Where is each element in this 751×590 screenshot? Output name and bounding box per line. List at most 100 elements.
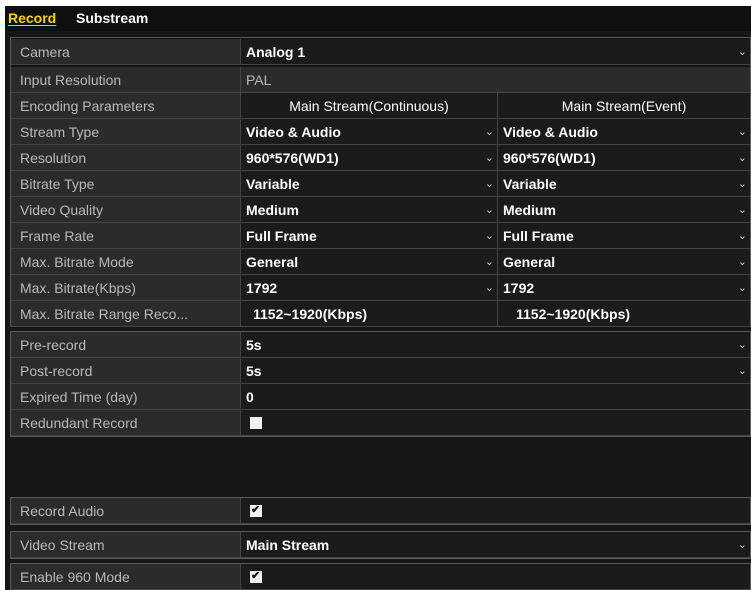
video-stream-group: Video Stream Main Stream ⌄: [10, 531, 751, 559]
tab-record[interactable]: Record: [8, 9, 56, 27]
tab-substream[interactable]: Substream: [76, 9, 148, 27]
enable-960-mode-cell: [240, 564, 750, 590]
video-quality-main-value: Medium: [246, 202, 299, 218]
chevron-down-icon: ⌄: [484, 282, 494, 294]
stream-type-event-select[interactable]: Video & Audio ⌄: [497, 119, 750, 145]
video-quality-event-select[interactable]: Medium ⌄: [497, 197, 750, 223]
bitrate-type-event-value: Variable: [503, 176, 557, 192]
max-bitrate-row: Max. Bitrate(Kbps) 1792 ⌄ 1792 ⌄: [11, 275, 750, 301]
pre-record-value: 5s: [246, 337, 262, 353]
resolution-event-value: 960*576(WD1): [503, 150, 596, 166]
video-stream-value: Main Stream: [246, 537, 330, 553]
redundant-record-row: Redundant Record: [11, 410, 750, 436]
frame-rate-event-select[interactable]: Full Frame ⌄: [497, 223, 750, 249]
video-stream-row: Video Stream Main Stream ⌄: [11, 532, 750, 558]
video-stream-select[interactable]: Main Stream ⌄: [240, 532, 750, 558]
bitrate-type-main-value: Variable: [246, 176, 300, 192]
record-audio-cell: [240, 498, 750, 524]
input-resolution-label: Input Resolution: [11, 67, 240, 93]
max-bitrate-label: Max. Bitrate(Kbps): [11, 275, 240, 301]
max-bitrate-mode-label: Max. Bitrate Mode: [11, 249, 240, 275]
chevron-down-icon: ⌄: [484, 204, 494, 216]
chevron-down-icon: ⌄: [737, 539, 747, 551]
max-bitrate-main-value: 1792: [246, 280, 278, 296]
enable-960-mode-checkbox[interactable]: [250, 567, 262, 585]
post-record-row: Post-record 5s ⌄: [11, 358, 750, 384]
record-audio-row: Record Audio: [11, 498, 750, 524]
redundant-record-checkbox[interactable]: [250, 417, 262, 429]
max-bitrate-event-value: 1792: [503, 280, 535, 296]
video-stream-label: Video Stream: [11, 532, 240, 558]
chevron-down-icon: ⌄: [737, 204, 747, 216]
input-resolution-value: PAL: [240, 67, 750, 93]
chevron-down-icon: ⌄: [737, 339, 747, 351]
record-audio-label: Record Audio: [11, 498, 240, 524]
video-quality-row: Video Quality Medium ⌄ Medium ⌄: [11, 197, 750, 223]
frame-rate-main-value: Full Frame: [246, 228, 317, 244]
chevron-down-icon: ⌄: [737, 282, 747, 294]
record-settings-window: Record Substream Camera Analog 1 ⌄ Input…: [0, 0, 751, 590]
enable-960-mode-group: Enable 960 Mode: [10, 563, 751, 590]
max-bitrate-mode-event-select[interactable]: General ⌄: [497, 249, 750, 275]
expired-time-row: Expired Time (day) 0: [11, 384, 750, 410]
max-bitrate-mode-main-select[interactable]: General ⌄: [240, 249, 497, 275]
camera-select[interactable]: Analog 1 ⌄: [240, 39, 750, 65]
frame-rate-label: Frame Rate: [11, 223, 240, 249]
max-bitrate-main-select[interactable]: 1792 ⌄: [240, 275, 497, 301]
chevron-down-icon: ⌄: [484, 230, 494, 242]
redundant-record-cell: [240, 410, 750, 436]
camera-value: Analog 1: [246, 44, 306, 60]
main-stream-continuous-header: Main Stream(Continuous): [240, 93, 497, 119]
max-bitrate-mode-row: Max. Bitrate Mode General ⌄ General ⌄: [11, 249, 750, 275]
enable-960-mode-label: Enable 960 Mode: [11, 564, 240, 590]
bitrate-type-row: Bitrate Type Variable ⌄ Variable ⌄: [11, 171, 750, 197]
video-quality-event-value: Medium: [503, 202, 556, 218]
max-bitrate-event-select[interactable]: 1792 ⌄: [497, 275, 750, 301]
video-quality-label: Video Quality: [11, 197, 240, 223]
record-timing-group: Pre-record 5s ⌄ Post-record 5s ⌄ Expired…: [10, 331, 751, 437]
expired-time-input[interactable]: 0: [240, 384, 750, 410]
resolution-row: Resolution 960*576(WD1) ⌄ 960*576(WD1) ⌄: [11, 145, 750, 171]
chevron-down-icon: ⌄: [484, 152, 494, 164]
resolution-main-select[interactable]: 960*576(WD1) ⌄: [240, 145, 497, 171]
max-bitrate-range-main-value: 1152~1920(Kbps): [240, 301, 497, 327]
frame-rate-event-value: Full Frame: [503, 228, 574, 244]
stream-type-main-select[interactable]: Video & Audio ⌄: [240, 119, 497, 145]
expired-time-label: Expired Time (day): [11, 384, 240, 410]
chevron-down-icon: ⌄: [484, 178, 494, 190]
chevron-down-icon: ⌄: [737, 178, 747, 190]
redundant-record-label: Redundant Record: [11, 410, 240, 436]
enable-960-mode-row: Enable 960 Mode: [11, 564, 750, 590]
stream-type-label: Stream Type: [11, 119, 240, 145]
max-bitrate-range-event-value: 1152~1920(Kbps): [497, 301, 750, 327]
record-audio-checkbox[interactable]: [250, 501, 262, 519]
encoding-parameters-row: Encoding Parameters Main Stream(Continuo…: [11, 93, 750, 119]
bitrate-type-event-select[interactable]: Variable ⌄: [497, 171, 750, 197]
video-quality-main-select[interactable]: Medium ⌄: [240, 197, 497, 223]
max-bitrate-range-row: Max. Bitrate Range Reco... 1152~1920(Kbp…: [11, 301, 750, 327]
main-stream-event-header: Main Stream(Event): [497, 93, 750, 119]
chevron-down-icon: ⌄: [737, 256, 747, 268]
pre-record-select[interactable]: 5s ⌄: [240, 332, 750, 358]
pre-record-label: Pre-record: [11, 332, 240, 358]
record-audio-group: Record Audio: [10, 497, 751, 525]
chevron-down-icon: ⌄: [737, 365, 747, 377]
max-bitrate-mode-main-value: General: [246, 254, 299, 270]
frame-rate-main-select[interactable]: Full Frame ⌄: [240, 223, 497, 249]
camera-row: Camera Analog 1 ⌄: [11, 39, 750, 65]
post-record-select[interactable]: 5s ⌄: [240, 358, 750, 384]
stream-type-event-value: Video & Audio: [503, 124, 598, 140]
stream-type-main-value: Video & Audio: [246, 124, 341, 140]
encoding-settings-group: Camera Analog 1 ⌄ Input Resolution PAL E…: [10, 37, 751, 327]
camera-label: Camera: [11, 39, 240, 65]
bitrate-type-main-select[interactable]: Variable ⌄: [240, 171, 497, 197]
resolution-main-value: 960*576(WD1): [246, 150, 339, 166]
resolution-event-select[interactable]: 960*576(WD1) ⌄: [497, 145, 750, 171]
chevron-down-icon: ⌄: [737, 230, 747, 242]
post-record-value: 5s: [246, 363, 262, 379]
resolution-label: Resolution: [11, 145, 240, 171]
chevron-down-icon: ⌄: [484, 256, 494, 268]
encoding-parameters-label: Encoding Parameters: [11, 93, 240, 119]
chevron-down-icon: ⌄: [737, 152, 747, 164]
input-resolution-row: Input Resolution PAL: [11, 67, 750, 93]
